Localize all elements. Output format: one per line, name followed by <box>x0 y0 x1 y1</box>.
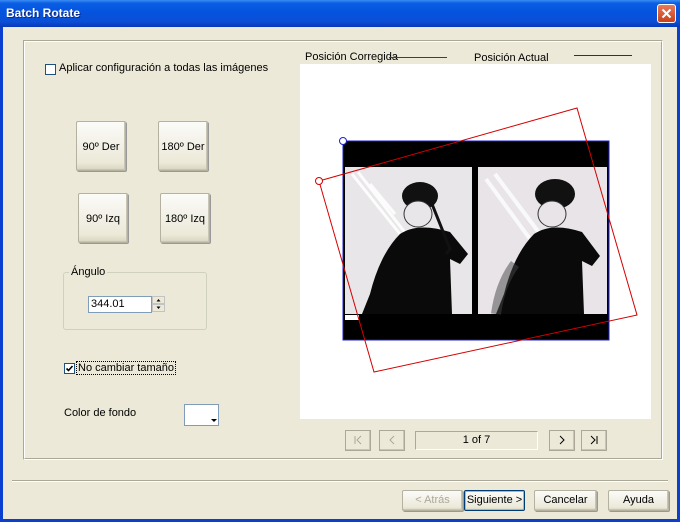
rotate-90-left-button[interactable]: 90º Izq <box>78 193 128 243</box>
no-resize-checkbox[interactable] <box>64 363 75 374</box>
last-page-icon <box>590 435 598 445</box>
spin-up-button[interactable] <box>152 296 165 304</box>
apply-all-label: Aplicar configuración a todas las imágen… <box>59 62 269 74</box>
arrow-up-icon <box>156 299 161 302</box>
angle-input[interactable]: 344.01 <box>88 296 152 313</box>
no-resize-label: No cambiar tamaño <box>76 361 176 375</box>
image-thumbnail <box>343 141 609 340</box>
dropdown-arrow-icon <box>211 419 217 422</box>
next-button[interactable]: Siguiente > <box>464 490 525 511</box>
dialog-client-area: Aplicar configuración a todas las imágen… <box>3 27 677 519</box>
checkmark-icon <box>65 365 74 372</box>
apply-all-checkbox[interactable] <box>45 64 56 75</box>
current-position-handle[interactable] <box>339 137 347 145</box>
first-page-button[interactable] <box>345 430 371 451</box>
preview-canvas <box>300 64 651 419</box>
page-indicator: 1 of 7 <box>415 431 538 450</box>
back-button[interactable]: < Atrás <box>402 490 463 511</box>
rotate-180-right-button[interactable]: 180º Der <box>158 121 208 171</box>
angle-group-label: Ángulo <box>69 266 108 278</box>
next-page-icon <box>559 435 565 445</box>
previous-page-icon <box>389 435 395 445</box>
window-title: Batch Rotate <box>6 6 81 20</box>
last-page-button[interactable] <box>581 430 607 451</box>
previous-page-button[interactable] <box>379 430 405 451</box>
corrected-position-handle[interactable] <box>315 177 323 185</box>
cancel-button[interactable]: Cancelar <box>534 490 597 511</box>
next-page-button[interactable] <box>549 430 575 451</box>
background-color-label: Color de fondo <box>64 407 137 419</box>
help-button[interactable]: Ayuda <box>608 490 669 511</box>
preview-drawing <box>315 107 638 373</box>
spin-down-button[interactable] <box>152 304 165 312</box>
batch-rotate-window: Batch Rotate Aplicar configuración a tod… <box>0 0 680 522</box>
rotate-180-left-button[interactable]: 180º Izq <box>160 193 210 243</box>
title-bar[interactable]: Batch Rotate <box>0 0 680 27</box>
footer-separator <box>12 480 668 482</box>
legend-corrected-label: Posición Corregida <box>305 51 398 63</box>
rotate-90-right-button[interactable]: 90º Der <box>76 121 126 171</box>
close-icon <box>661 8 672 19</box>
legend-corrected-line <box>389 57 447 58</box>
background-color-picker[interactable] <box>184 404 219 426</box>
angle-spinner[interactable] <box>152 296 165 313</box>
legend-current-line <box>574 55 632 56</box>
arrow-down-icon <box>156 306 161 309</box>
close-button[interactable] <box>657 4 676 23</box>
first-page-icon <box>354 435 362 445</box>
legend-current-label: Posición Actual <box>474 52 549 64</box>
